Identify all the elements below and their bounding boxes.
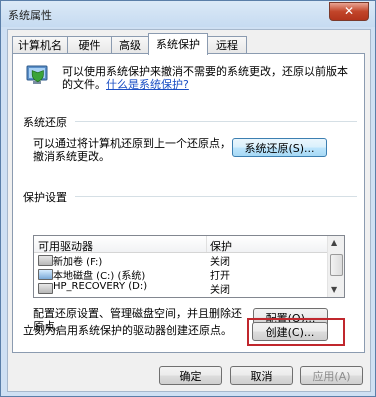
ok-button[interactable]: 确定 <box>159 366 222 385</box>
drive-name: 本地磁盘 (C:) (系统) <box>53 271 146 282</box>
create-description: 立刻为启用系统保护的驱动器创建还原点。 <box>23 324 232 337</box>
system-restore-button[interactable]: 系统还原(S)... <box>232 138 327 157</box>
tab-advanced[interactable]: 高级 <box>111 36 149 54</box>
system-drive-icon <box>38 269 53 280</box>
what-is-system-protection-link[interactable]: 什么是系统保护? <box>106 78 189 91</box>
intro-text: 可以使用系统保护来撤消不需要的系统更改，还原以前版本的文件。什么是系统保护? <box>62 65 352 91</box>
scroll-down-arrow-icon[interactable]: ▼ <box>331 285 337 294</box>
cancel-button[interactable]: 取消 <box>230 366 293 385</box>
restore-description-line1: 可以通过将计算机还原到上一个还原点， <box>33 137 231 150</box>
drive-protection-status: 关闭 <box>210 285 230 296</box>
scroll-thumb[interactable] <box>330 254 343 276</box>
system-properties-window: 系统属性 ✕ 计算机名 硬件 高级 系统保护 远程 可以使用系统保护来撤消不需要… <box>0 0 376 397</box>
tab-system-protection[interactable]: 系统保护 <box>148 33 208 55</box>
computer-shield-icon <box>26 65 48 84</box>
window-title: 系统属性 <box>8 9 52 22</box>
column-separator <box>206 236 207 252</box>
dialog-client-area: 计算机名 硬件 高级 系统保护 远程 可以使用系统保护来撤消不需要的系统更改，还… <box>7 29 371 392</box>
tab-page-system-protection: 可以使用系统保护来撤消不需要的系统更改，还原以前版本的文件。什么是系统保护? 系… <box>12 53 365 353</box>
configure-description-line1: 配置还原设置、管理磁盘空间，并且删除还 <box>33 307 242 320</box>
tab-computer-name[interactable]: 计算机名 <box>12 36 68 54</box>
restore-description-line2: 撤消系统更改。 <box>33 150 110 163</box>
drive-name: HP_RECOVERY (D:) <box>53 281 148 292</box>
intro-description: 可以使用系统保护来撤消不需要的系统更改，还原以前版本的文件。 <box>62 65 348 91</box>
tab-hardware[interactable]: 硬件 <box>67 36 112 54</box>
group-divider <box>75 121 357 122</box>
protection-settings-group-label: 保护设置 <box>23 191 67 204</box>
drive-protection-status: 关闭 <box>210 257 230 268</box>
column-header-drive[interactable]: 可用驱动器 <box>38 238 93 254</box>
drive-row[interactable]: 本地磁盘 (C:) (系统) 打开 <box>34 267 327 282</box>
column-header-protection[interactable]: 保护 <box>210 238 232 254</box>
title-bar[interactable]: 系统属性 ✕ <box>1 1 375 27</box>
listview-header: 可用驱动器 保护 <box>34 236 327 253</box>
close-button[interactable]: ✕ <box>329 2 369 21</box>
drive-icon <box>38 283 53 294</box>
drive-icon <box>38 255 53 266</box>
apply-button[interactable]: 应用(A) <box>300 366 363 385</box>
drive-row[interactable]: HP_RECOVERY (D:) 关闭 <box>34 281 327 296</box>
drives-listview[interactable]: 可用驱动器 保护 新加卷 (F:) 关闭 本地磁盘 (C:) (系统) 打开 H… <box>33 235 345 298</box>
system-restore-group-label: 系统还原 <box>23 116 67 129</box>
tab-remote[interactable]: 远程 <box>207 36 247 54</box>
create-button[interactable]: 创建(C)... <box>252 322 328 341</box>
scroll-up-arrow-icon[interactable]: ▲ <box>331 238 337 247</box>
drive-row[interactable]: 新加卷 (F:) 关闭 <box>34 253 327 268</box>
drive-name: 新加卷 (F:) <box>53 257 103 268</box>
group-divider <box>75 196 357 197</box>
listview-scrollbar[interactable]: ▲ ▼ <box>327 236 344 297</box>
drive-protection-status: 打开 <box>210 271 230 282</box>
